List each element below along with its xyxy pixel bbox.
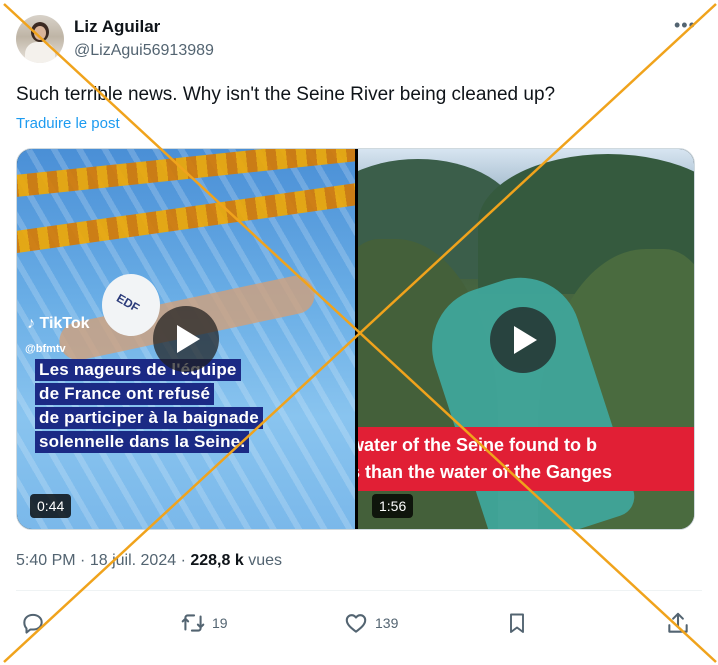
views-count[interactable]: 228,8 k: [190, 552, 243, 569]
share-button[interactable]: [665, 609, 691, 637]
tweet-text: Such terrible news. Why isn't the Seine …: [16, 84, 556, 105]
bookmark-icon: [510, 613, 524, 633]
tweet-card: Liz Aguilar @LizAgui56913989 ••• Such te…: [0, 0, 718, 665]
reply-button[interactable]: [20, 609, 46, 637]
like-button[interactable]: 139: [343, 609, 398, 637]
avatar-body: [25, 42, 55, 63]
tiktok-icon: ♪: [27, 315, 35, 332]
post-time[interactable]: 5:40 PM: [16, 552, 76, 569]
play-button[interactable]: [153, 306, 219, 372]
video-caption: Les nageurs de l'équipe de France ont re…: [35, 359, 335, 455]
tiktok-watermark: ♪ TikTok: [27, 315, 90, 333]
like-count: 139: [375, 615, 399, 631]
lane-rope: [17, 180, 355, 256]
post-date[interactable]: 18 juil. 2024: [90, 552, 176, 569]
translate-link[interactable]: Traduire le post: [16, 115, 120, 132]
reply-icon: [23, 613, 43, 634]
retweet-button[interactable]: 19: [180, 609, 228, 637]
play-icon: [514, 326, 537, 354]
caption-line: Les nageurs de l'équipe: [35, 359, 241, 381]
share-icon: [668, 612, 688, 633]
caption-line: de France ont refusé: [35, 383, 215, 405]
bookmark-button[interactable]: [505, 609, 529, 637]
tweet-meta: 5:40 PM · 18 juil. 2024 · 228,8 k vues: [16, 552, 282, 570]
divider: [16, 590, 702, 591]
author-handle[interactable]: @LizAgui56913989: [74, 42, 214, 60]
banner-line: water of the Seine found to b: [358, 435, 597, 455]
retweet-count: 19: [212, 615, 228, 631]
tiktok-label: TikTok: [39, 315, 90, 332]
author-name[interactable]: Liz Aguilar: [74, 17, 160, 37]
meta-separator: ·: [180, 552, 186, 569]
swim-cap-text: EDF: [114, 290, 142, 316]
more-dots-icon[interactable]: •••: [674, 15, 696, 36]
play-button[interactable]: [490, 307, 556, 373]
video-duration: 1:56: [372, 494, 414, 518]
video-thumbnail-2[interactable]: water of the Seine found to b s than the…: [358, 149, 694, 529]
caption-line: de participer à la baignade: [35, 407, 263, 429]
swim-cap: EDF: [102, 274, 160, 336]
media-grid: EDF ♪ TikTok @bfmtv Les nageurs de l'équ…: [16, 148, 695, 530]
caption-line: solennelle dans la Seine.: [35, 431, 250, 453]
play-icon: [177, 325, 200, 353]
avatar-face: [34, 26, 46, 40]
tiktok-handle: @bfmtv: [25, 343, 66, 355]
heart-icon: [345, 614, 367, 633]
banner-line: s than the water of the Ganges: [358, 462, 613, 482]
video-banner: water of the Seine found to b s than the…: [358, 427, 694, 491]
avatar[interactable]: [16, 15, 64, 63]
views-label: vues: [248, 552, 282, 569]
video-duration: 0:44: [30, 494, 72, 518]
retweet-icon: [181, 614, 205, 632]
meta-separator: ·: [80, 552, 86, 569]
video-thumbnail-1[interactable]: EDF ♪ TikTok @bfmtv Les nageurs de l'équ…: [17, 149, 355, 529]
